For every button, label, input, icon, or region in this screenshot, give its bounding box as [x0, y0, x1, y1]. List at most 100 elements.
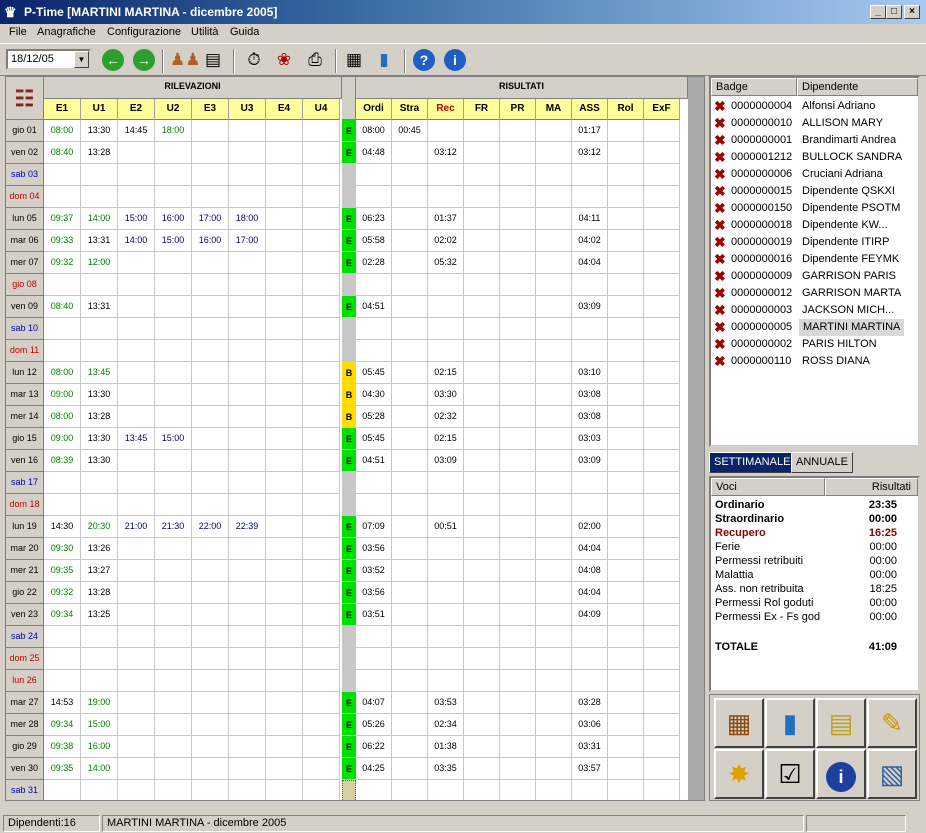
day-row-header[interactable]: mer 21 — [6, 560, 44, 582]
punch-cell[interactable] — [155, 362, 192, 384]
result-cell[interactable] — [464, 758, 500, 780]
day-status-indicator[interactable]: E — [342, 582, 356, 604]
punch-cell[interactable] — [192, 252, 229, 274]
day-status-indicator[interactable]: E — [342, 208, 356, 230]
col-header-rec[interactable]: Rec — [428, 99, 464, 120]
result-cell[interactable] — [500, 384, 536, 406]
day-status-indicator[interactable]: E — [342, 428, 356, 450]
day-status-indicator[interactable]: E — [342, 142, 356, 164]
result-cell[interactable]: 05:45 — [356, 362, 392, 384]
eraser-large-button[interactable]: ▮ — [765, 698, 815, 748]
result-cell[interactable] — [464, 164, 500, 186]
punch-cell[interactable] — [303, 780, 340, 800]
punch-cell[interactable] — [229, 384, 266, 406]
punch-cell[interactable] — [192, 780, 229, 800]
result-cell[interactable] — [536, 120, 572, 142]
result-cell[interactable] — [608, 406, 644, 428]
punch-cell[interactable] — [229, 362, 266, 384]
punch-cell[interactable]: 13:45 — [118, 428, 155, 450]
result-cell[interactable] — [572, 648, 608, 670]
punch-cell[interactable] — [192, 406, 229, 428]
result-cell[interactable] — [536, 494, 572, 516]
day-status-indicator[interactable]: E — [342, 736, 356, 758]
prev-button[interactable]: ← — [100, 48, 126, 74]
result-cell[interactable] — [392, 428, 428, 450]
punch-cell[interactable]: 13:26 — [81, 538, 118, 560]
timer-button[interactable]: ⏱ — [241, 48, 267, 74]
result-cell[interactable] — [608, 252, 644, 274]
punch-cell[interactable] — [266, 450, 303, 472]
punch-cell[interactable]: 15:00 — [81, 714, 118, 736]
punch-cell[interactable] — [118, 714, 155, 736]
punch-cell[interactable] — [266, 428, 303, 450]
punch-cell[interactable]: 09:00 — [44, 428, 81, 450]
result-cell[interactable] — [572, 274, 608, 296]
punch-cell[interactable]: 19:00 — [81, 692, 118, 714]
day-row-header[interactable]: gio 22 — [6, 582, 44, 604]
result-cell[interactable] — [500, 560, 536, 582]
result-cell[interactable] — [500, 186, 536, 208]
result-cell[interactable] — [500, 714, 536, 736]
punch-cell[interactable] — [266, 648, 303, 670]
result-cell[interactable] — [608, 758, 644, 780]
day-row-header[interactable]: dom 11 — [6, 340, 44, 362]
voci-column-header[interactable]: Voci — [711, 478, 825, 496]
col-header-pr[interactable]: PR — [500, 99, 536, 120]
day-status-indicator[interactable] — [342, 780, 356, 800]
punch-cell[interactable] — [266, 560, 303, 582]
punch-cell[interactable] — [266, 714, 303, 736]
punch-cell[interactable] — [266, 142, 303, 164]
punch-cell[interactable]: 16:00 — [192, 230, 229, 252]
col-header-fr[interactable]: FR — [464, 99, 500, 120]
result-cell[interactable]: 04:04 — [572, 582, 608, 604]
result-cell[interactable] — [644, 428, 680, 450]
punch-cell[interactable]: 09:33 — [44, 230, 81, 252]
day-status-indicator[interactable] — [342, 274, 356, 296]
punch-cell[interactable] — [44, 318, 81, 340]
punch-cell[interactable] — [229, 252, 266, 274]
punch-cell[interactable] — [192, 560, 229, 582]
result-cell[interactable] — [536, 714, 572, 736]
col-header-e1[interactable]: E1 — [44, 99, 81, 120]
result-cell[interactable] — [392, 516, 428, 538]
day-status-indicator[interactable] — [342, 318, 356, 340]
punch-cell[interactable] — [81, 626, 118, 648]
result-cell[interactable] — [356, 318, 392, 340]
employee-row[interactable]: ✖ 0000000002 PARIS HILTON — [711, 336, 918, 353]
result-cell[interactable]: 03:57 — [572, 758, 608, 780]
chevron-down-icon[interactable]: ▼ — [74, 51, 89, 68]
result-cell[interactable] — [644, 472, 680, 494]
result-cell[interactable] — [536, 142, 572, 164]
result-cell[interactable] — [644, 208, 680, 230]
result-cell[interactable]: 00:51 — [428, 516, 464, 538]
result-cell[interactable] — [644, 362, 680, 384]
punch-cell[interactable] — [192, 582, 229, 604]
punch-cell[interactable] — [303, 604, 340, 626]
day-status-indicator[interactable] — [342, 340, 356, 362]
day-row-header[interactable]: gio 08 — [6, 274, 44, 296]
col-header-ma[interactable]: MA — [536, 99, 572, 120]
punch-cell[interactable] — [229, 450, 266, 472]
result-cell[interactable] — [608, 208, 644, 230]
result-cell[interactable] — [500, 252, 536, 274]
day-status-indicator[interactable]: E — [342, 120, 356, 142]
punch-cell[interactable] — [303, 714, 340, 736]
result-cell[interactable] — [536, 164, 572, 186]
punch-cell[interactable] — [229, 472, 266, 494]
result-cell[interactable] — [428, 780, 464, 800]
punch-cell[interactable] — [266, 208, 303, 230]
result-cell[interactable] — [500, 362, 536, 384]
punch-cell[interactable] — [118, 318, 155, 340]
punch-cell[interactable] — [266, 296, 303, 318]
employee-row[interactable]: ✖ 0000000016 Dipendente FEYMK — [711, 251, 918, 268]
punch-cell[interactable] — [303, 494, 340, 516]
punch-cell[interactable]: 15:00 — [118, 208, 155, 230]
punch-cell[interactable] — [266, 582, 303, 604]
result-cell[interactable] — [608, 142, 644, 164]
menu-anagrafiche[interactable]: Anagrafiche — [37, 26, 96, 38]
punch-cell[interactable]: 17:00 — [192, 208, 229, 230]
result-cell[interactable]: 03:08 — [572, 406, 608, 428]
punch-cell[interactable]: 09:38 — [44, 736, 81, 758]
result-cell[interactable] — [608, 692, 644, 714]
result-cell[interactable] — [464, 626, 500, 648]
